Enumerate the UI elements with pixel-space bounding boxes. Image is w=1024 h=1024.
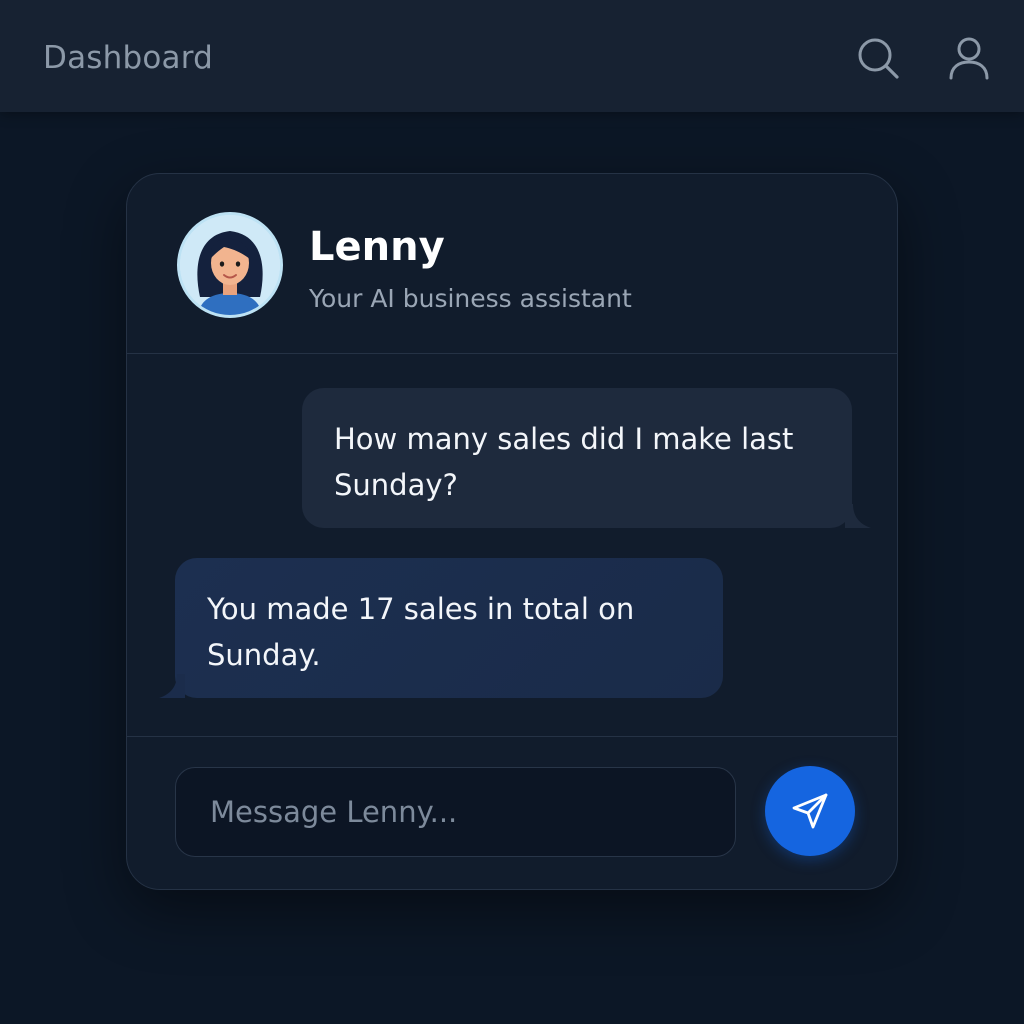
assistant-avatar [177, 212, 283, 318]
message-text: You made 17 sales in total on Sunday. [207, 592, 635, 672]
chat-header: Lenny Your AI business assistant [127, 174, 897, 354]
user-profile-icon [949, 37, 989, 80]
user-bubble-tail [845, 504, 871, 528]
send-icon [792, 793, 828, 829]
send-button[interactable] [765, 766, 855, 856]
assistant-subtitle: Your AI business assistant [309, 284, 632, 313]
profile-button[interactable] [945, 34, 993, 82]
user-message-bubble: How many sales did I make last Sunday? [302, 388, 852, 528]
assistant-name: Lenny [309, 224, 445, 270]
chat-window: Lenny Your AI business assistant How man… [126, 173, 898, 890]
message-input[interactable] [175, 767, 736, 857]
assistant-message-bubble: You made 17 sales in total on Sunday. [175, 558, 723, 698]
top-navigation-bar: Dashboard [0, 0, 1024, 112]
search-icon [858, 38, 899, 79]
page-title: Dashboard [43, 40, 213, 76]
assistant-bubble-tail [159, 674, 185, 698]
message-composer [127, 736, 897, 889]
search-button[interactable] [854, 34, 902, 82]
message-text: How many sales did I make last Sunday? [334, 422, 794, 502]
